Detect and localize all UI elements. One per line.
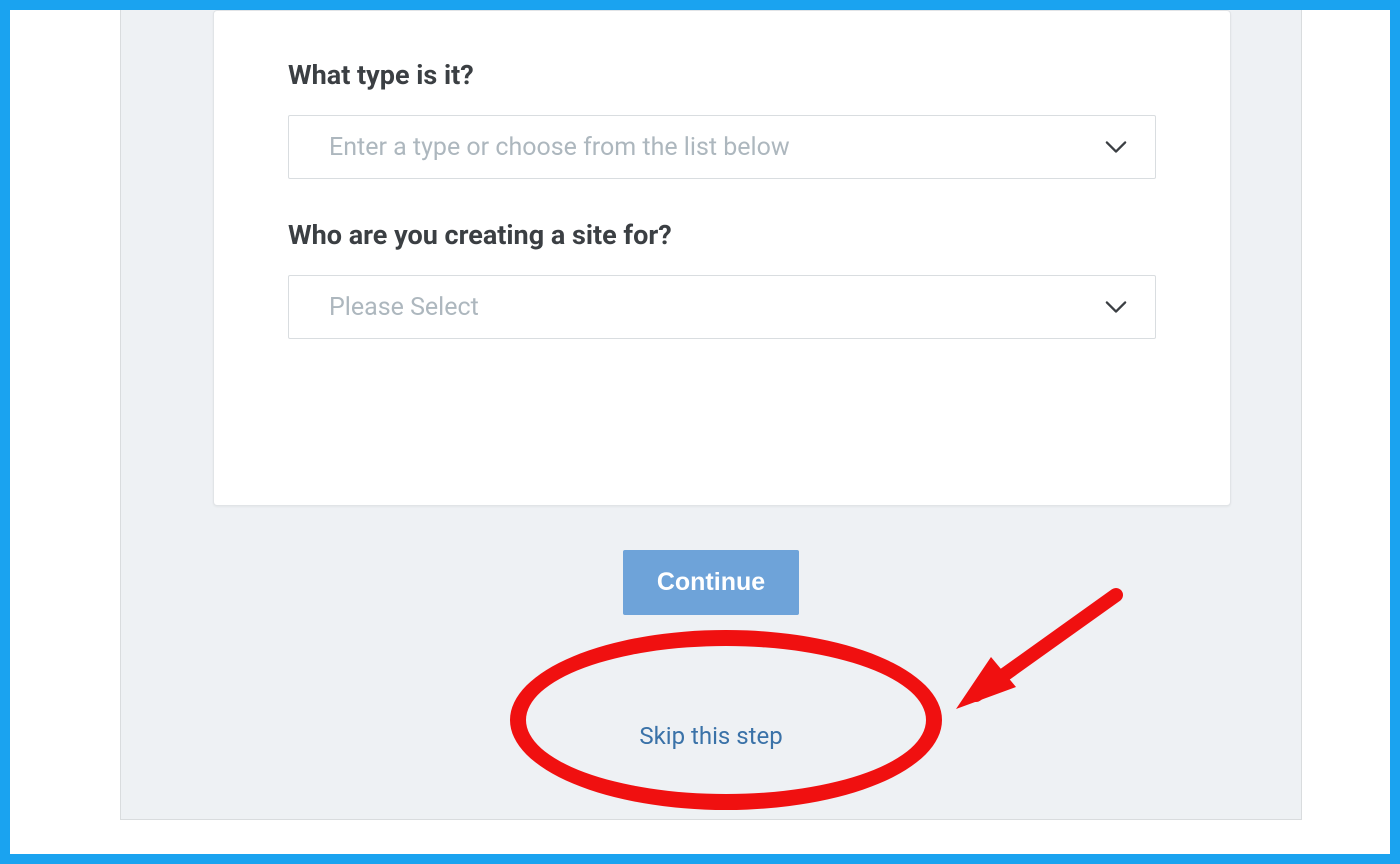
type-question-label: What type is it? xyxy=(288,59,1156,91)
skip-link-row: Skip this step xyxy=(121,722,1301,750)
audience-question-label: Who are you creating a site for? xyxy=(288,219,1156,251)
type-dropdown-placeholder: Enter a type or choose from the list bel… xyxy=(329,133,790,162)
continue-button-row: Continue xyxy=(121,550,1301,615)
screenshot-frame: What type is it? Enter a type or choose … xyxy=(0,0,1400,864)
chevron-down-icon xyxy=(1105,136,1127,158)
audience-dropdown[interactable]: Please Select xyxy=(288,275,1156,339)
continue-button[interactable]: Continue xyxy=(623,550,799,615)
chevron-down-icon xyxy=(1105,296,1127,318)
audience-dropdown-placeholder: Please Select xyxy=(329,293,479,322)
skip-step-link[interactable]: Skip this step xyxy=(639,722,782,750)
page-background: What type is it? Enter a type or choose … xyxy=(120,10,1302,820)
setup-form-card: What type is it? Enter a type or choose … xyxy=(213,10,1231,506)
annotation-highlight-ellipse xyxy=(510,630,942,810)
type-dropdown[interactable]: Enter a type or choose from the list bel… xyxy=(288,115,1156,179)
